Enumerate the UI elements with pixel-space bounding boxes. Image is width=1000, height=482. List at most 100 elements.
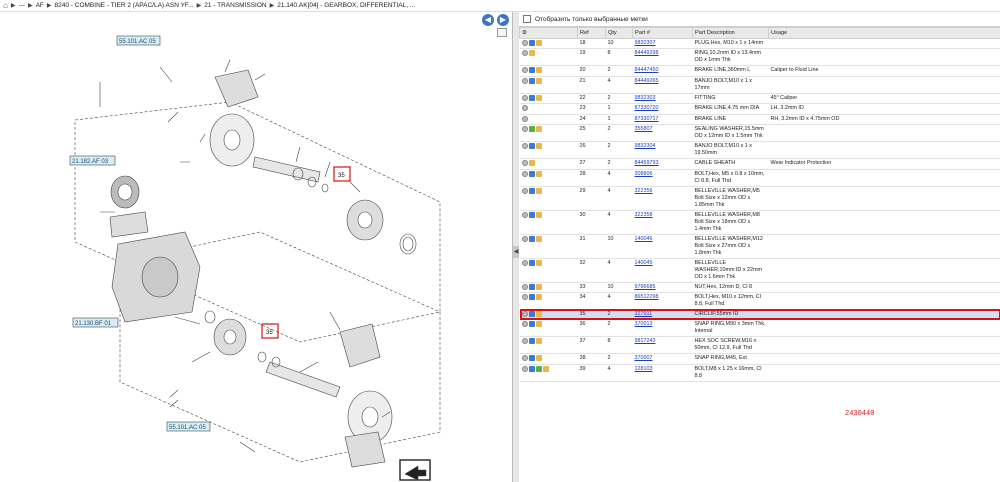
info-icon[interactable] (521, 94, 528, 101)
part-link[interactable]: 327911 (635, 311, 653, 317)
replace-icon[interactable] (528, 40, 535, 46)
replace-icon[interactable] (528, 143, 535, 150)
part-link[interactable]: 140045 (635, 260, 653, 266)
cart-icon[interactable] (528, 50, 535, 57)
info-icon[interactable] (521, 126, 528, 133)
info-icon[interactable] (521, 293, 528, 300)
part-link[interactable]: 84459793 (635, 160, 659, 166)
table-row[interactable]: 28 4 308806 BOLT,Hex, M5 x 0.8 x 10mm, Cl 8… (519, 169, 1000, 187)
part-link[interactable]: 322356 (635, 188, 653, 194)
table-row[interactable]: 24 1 87330717 BRAKE LINE RH, 3.2mm ID x 4.75… (519, 114, 1000, 126)
part-link[interactable]: 9796685 (635, 284, 656, 290)
settings-icon[interactable]: ⚙ (519, 27, 578, 39)
col-usage[interactable]: Usage (768, 27, 1000, 39)
cart-icon[interactable] (535, 321, 542, 328)
table-row[interactable]: 34 4 86512298 BOLT,Hex, M10 x 12mm, Cl 8.8,… (519, 292, 1000, 310)
info-icon[interactable] (521, 170, 528, 177)
table-row[interactable]: 25 2 355807 SEALING WASHER,15.5mm OD x 12mm… (519, 124, 1000, 143)
table-row[interactable]: 39 4 128103 BOLT,M8 x 1.25 x 16mm, Cl 8.8 (519, 364, 1000, 382)
cart-icon[interactable] (535, 259, 542, 266)
info-icon[interactable] (521, 115, 528, 122)
part-link[interactable]: 322358 (635, 212, 653, 218)
cart-icon[interactable] (535, 170, 542, 177)
part-link[interactable]: 308806 (635, 171, 653, 177)
part-link[interactable]: 355807 (635, 126, 653, 132)
info-icon[interactable] (521, 40, 528, 46)
table-row[interactable]: 20 2 84447450 BRAKE LINE,360mm L Caliper to … (519, 65, 1000, 77)
home-icon[interactable]: ⌂ (3, 1, 8, 10)
part-link[interactable]: 84449265 (635, 78, 659, 84)
info-icon[interactable] (521, 365, 528, 372)
table-row[interactable]: 38 2 370007 SNAP RING,M45, Ext (519, 353, 1000, 365)
part-link[interactable]: 140046 (635, 236, 653, 242)
info-icon[interactable] (521, 321, 528, 328)
replace-icon[interactable] (528, 365, 535, 372)
table-row[interactable]: 23 1 87330720 BRAKE LINE,4.75 mm DIA LH, 3.2… (519, 103, 1000, 115)
info-icon[interactable] (521, 235, 528, 242)
info-icon[interactable] (521, 67, 528, 74)
table-row[interactable]: 32 4 140045 BELLEVILLE WASHER,10mm ID x 22m… (519, 258, 1000, 283)
table-row[interactable]: 22 2 9832303 FITTING 45° Caliper (519, 93, 1000, 105)
breadcrumb-item[interactable]: --- (18, 2, 25, 9)
replace-icon[interactable] (528, 338, 535, 345)
part-link[interactable]: 84449298 (635, 50, 659, 56)
ref-label[interactable]: 55.101.AC 05 (169, 425, 206, 431)
cart-icon[interactable] (535, 94, 542, 101)
part-link[interactable]: 86512298 (635, 294, 659, 300)
info-icon[interactable] (521, 283, 528, 290)
table-row[interactable]: 19 8 84449298 RING,10.2mm ID x 13.4mm OD x … (519, 48, 1000, 67)
cart-icon[interactable] (535, 310, 542, 317)
replace-icon[interactable] (528, 77, 535, 84)
table-row[interactable]: 31 10 140046 BELLEVILLE WASHER,M12 Bolt Siz… (519, 234, 1000, 259)
highlight-label[interactable]: 35 (266, 330, 273, 336)
table-row[interactable]: 26 2 9832304 BANJO BOLT,M10 x 1 x 19.50mm (519, 141, 1000, 160)
breadcrumb-item[interactable]: 21.140.AK[04] - GEARBOX, DIFFERENTIAL, .… (277, 2, 415, 9)
breadcrumb-item[interactable]: 8240 - COMBINE - TIER 2 (APAC/LA) ASN YF… (55, 2, 194, 9)
info-icon[interactable] (521, 338, 528, 345)
breadcrumb-item[interactable]: 21 - TRANSMISSION (204, 2, 266, 9)
part-link[interactable]: 128103 (635, 366, 653, 372)
info-icon[interactable] (521, 187, 528, 194)
replace-icon[interactable] (528, 211, 535, 218)
col-part[interactable]: Part # (632, 27, 693, 39)
cart-icon[interactable] (535, 67, 542, 74)
cart-icon[interactable] (535, 40, 542, 46)
filter-checkbox[interactable] (523, 15, 531, 23)
replace-icon[interactable] (528, 321, 535, 328)
info-icon[interactable] (521, 259, 528, 266)
part-link[interactable]: 370013 (635, 321, 653, 327)
table-row[interactable]: 36 2 370013 SNAP RING,M90 x 3mm Thk, Intern… (519, 319, 1000, 338)
cart-icon[interactable] (535, 143, 542, 150)
info-icon[interactable] (521, 355, 528, 362)
cart-icon[interactable] (535, 77, 542, 84)
part-link[interactable]: 84447450 (635, 67, 659, 73)
ref-label[interactable]: 21.182.AF 03 (72, 159, 109, 165)
replace-icon[interactable] (528, 235, 535, 242)
highlight-label[interactable]: 35 (338, 173, 345, 179)
cart-icon[interactable] (528, 160, 535, 167)
cart-icon[interactable] (535, 187, 542, 194)
info-icon[interactable] (521, 77, 528, 84)
replace-icon[interactable] (528, 259, 535, 266)
cart-icon[interactable] (542, 365, 549, 372)
replace-icon[interactable] (528, 187, 535, 194)
replace-icon[interactable] (528, 170, 535, 177)
replace-icon[interactable] (528, 94, 535, 101)
ref-label[interactable]: 21.130.BF 01 (75, 321, 112, 327)
info-icon[interactable] (521, 310, 528, 317)
replace-icon[interactable] (528, 67, 535, 74)
cart-icon[interactable] (535, 126, 542, 133)
table-row[interactable]: 30 4 322358 BELLEVILLE WASHER,M8 Bolt Size … (519, 210, 1000, 235)
cart-icon[interactable] (535, 293, 542, 300)
ref-label[interactable]: 55.101.AC 05 (119, 39, 156, 45)
diagram-ref-labels[interactable]: 55.101.AC 05 21.182.AF 03 21.130.BF 01 5… (69, 35, 345, 432)
cart-icon[interactable] (535, 338, 542, 345)
replace-icon[interactable] (528, 283, 535, 290)
table-row[interactable]: 18 10 9832307 PLUG,Hex, M10 x 1 x 14mm (519, 38, 1000, 50)
col-ref[interactable]: Ref (577, 27, 606, 39)
cart-icon[interactable] (535, 355, 542, 362)
fit-view-icon[interactable] (497, 28, 507, 37)
forward-icon[interactable] (535, 365, 542, 372)
part-link[interactable]: 9832304 (635, 143, 656, 149)
part-link[interactable]: 370007 (635, 355, 653, 361)
